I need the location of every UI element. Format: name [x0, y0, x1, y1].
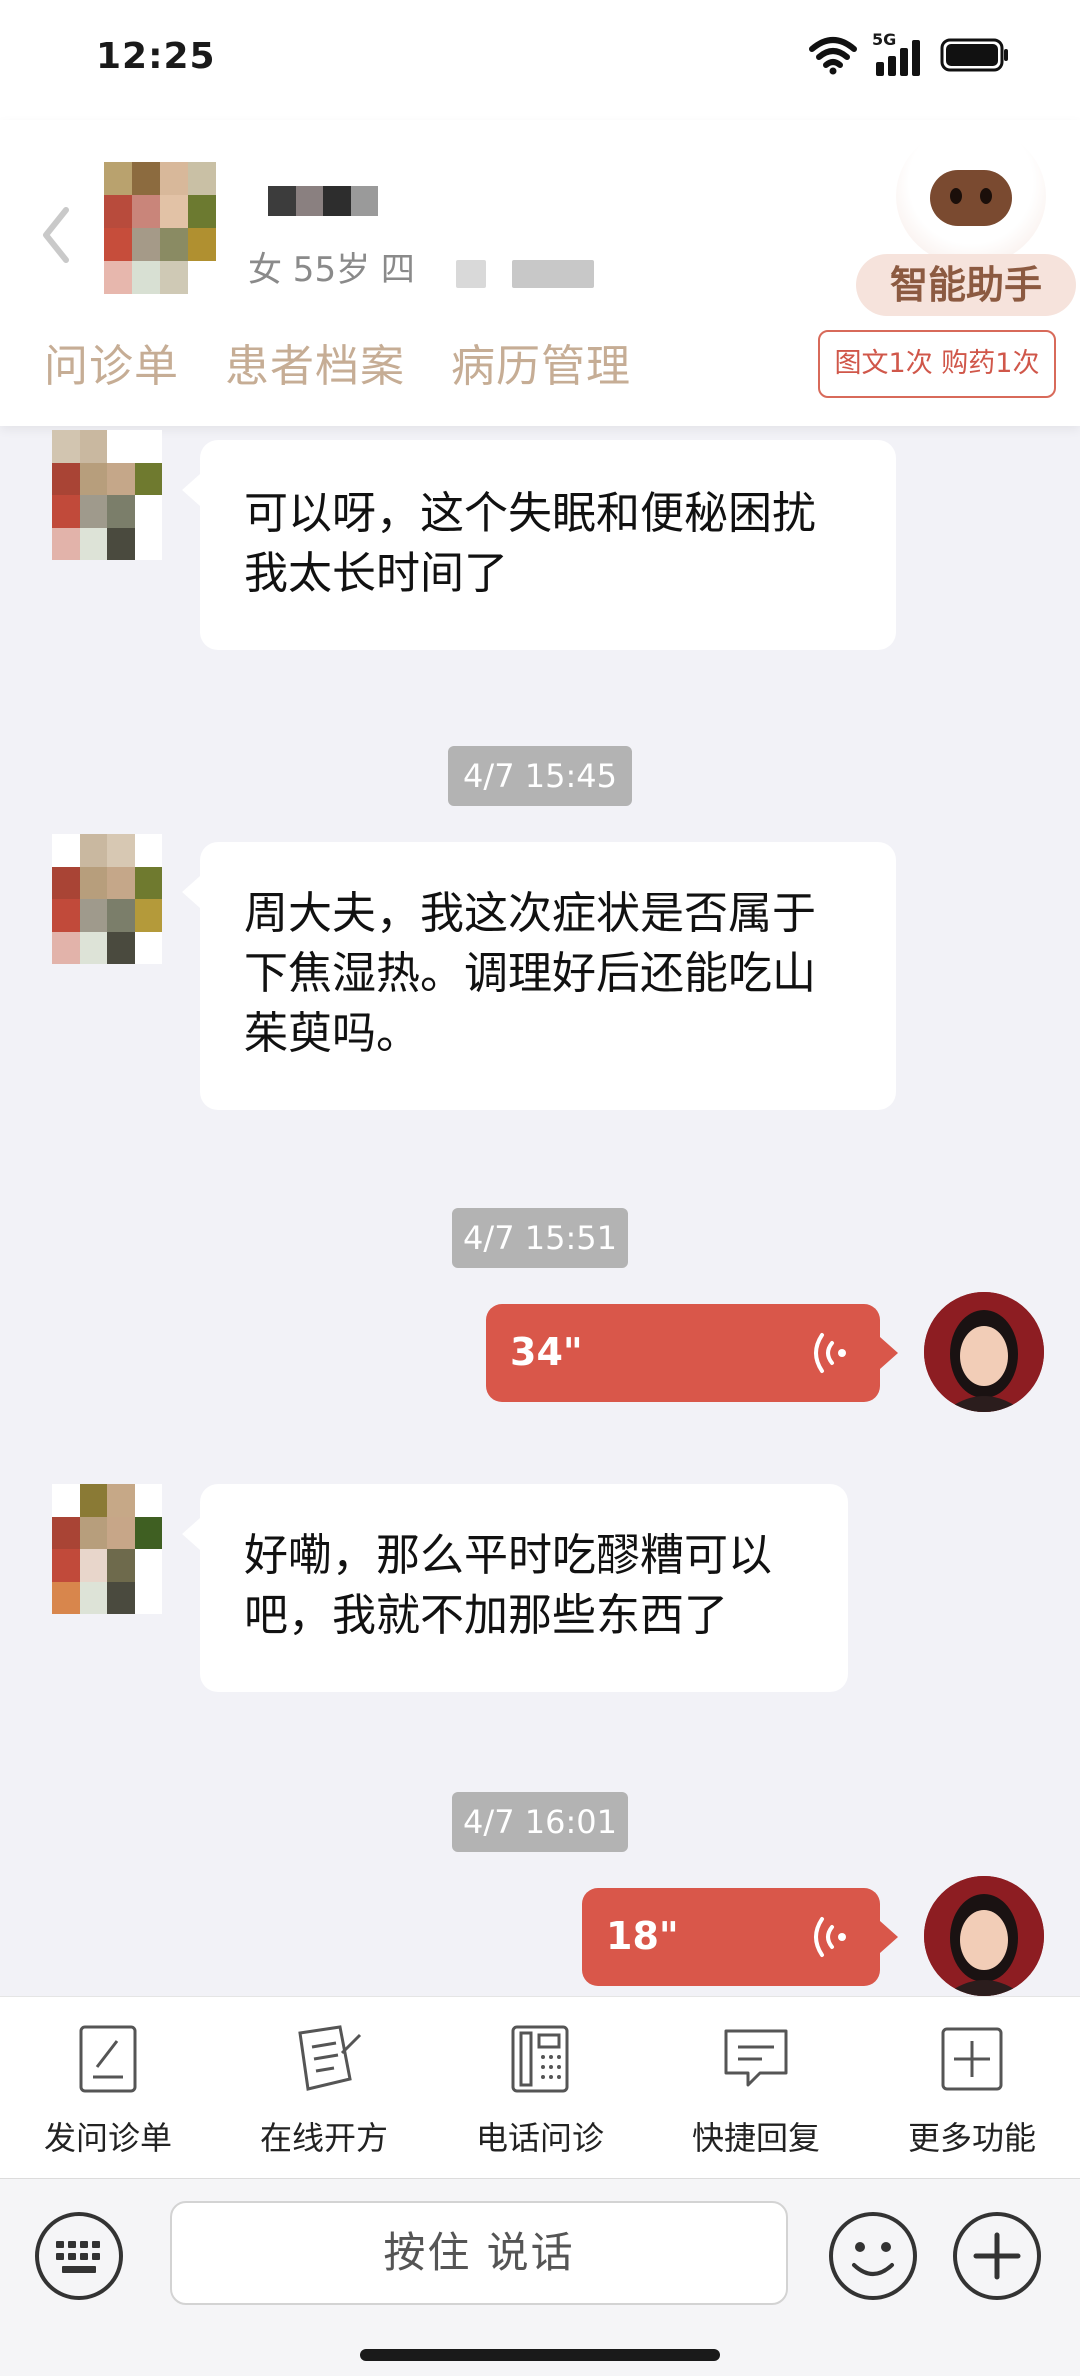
chat-messages[interactable]: 可以呀，这个失眠和便秘困扰 我太长时间了 4/7 15:45 周大夫，我这次症状…: [0, 426, 1080, 1996]
robot-icon: [896, 126, 1046, 266]
emoji-icon[interactable]: [828, 2211, 918, 2301]
patient-avatar[interactable]: [52, 430, 162, 560]
doctor-avatar[interactable]: [924, 1876, 1044, 1996]
form-edit-icon: [79, 2025, 137, 2093]
smart-assistant-label: 智能助手: [856, 254, 1076, 316]
message-line: 吧，我就不加那些东西了: [244, 1590, 728, 1641]
voice-message[interactable]: 18": [582, 1888, 898, 1986]
patient-avatar[interactable]: [104, 162, 216, 294]
message-line: 我太长时间了: [244, 548, 508, 599]
message-line: 好嘞，那么平时吃醪糟可以: [244, 1530, 772, 1581]
tool-label: 电话问诊: [475, 2119, 604, 2157]
battery-icon: [940, 38, 1008, 72]
prescription-icon: [298, 2025, 362, 2091]
tab-patient-records[interactable]: 患者档案: [225, 330, 405, 394]
patient-avatar[interactable]: [52, 834, 162, 964]
chat-header: 女 55岁 四 智能助手 问诊单 患者档案 病历管理 图文1次 购药1次: [0, 120, 1080, 426]
send-consultation-form-button[interactable]: 发问诊单: [0, 2023, 216, 2159]
smart-assistant-button[interactable]: 智能助手: [856, 120, 1076, 320]
patient-info: 女 55岁 四: [248, 250, 415, 290]
plus-square-icon: [941, 2027, 1003, 2091]
timestamp: 4/7 15:51: [452, 1208, 628, 1268]
message-line: 可以呀，这个失眠和便秘困扰: [244, 488, 816, 539]
patient-info-redacted: [456, 260, 486, 288]
tab-consultation-form[interactable]: 问诊单: [44, 330, 179, 394]
tool-label: 快捷回复: [691, 2119, 820, 2157]
hold-to-talk-button[interactable]: 按住 说话: [170, 2201, 788, 2305]
patient-info-redacted: [512, 260, 594, 288]
timestamp: 4/7 16:01: [452, 1792, 628, 1852]
quick-reply-icon: [724, 2029, 788, 2087]
message-line: 茱萸吗。: [244, 1008, 420, 1059]
status-icons: 5G: [808, 30, 1010, 76]
message-bubble[interactable]: 好嘞，那么平时吃醪糟可以 吧，我就不加那些东西了: [182, 1484, 848, 1692]
status-time: 12:25: [96, 36, 216, 77]
input-bar: 按住 说话: [0, 2178, 1080, 2376]
phone-consultation-button[interactable]: 电话问诊: [432, 2023, 648, 2159]
timestamp: 4/7 15:45: [448, 746, 632, 806]
network-type-label: 5G: [872, 30, 897, 49]
doctor-avatar[interactable]: [924, 1292, 1044, 1412]
voice-wave-icon: [814, 1333, 846, 1373]
tab-medical-history[interactable]: 病历管理: [451, 330, 631, 394]
wifi-icon: [809, 37, 857, 75]
more-functions-button[interactable]: 更多功能: [864, 2023, 1080, 2159]
phone-icon: [511, 2025, 569, 2093]
online-prescription-button[interactable]: 在线开方: [216, 2023, 432, 2159]
tool-label: 发问诊单: [43, 2119, 172, 2157]
message-bubble[interactable]: 周大夫，我这次症状是否属于 下焦湿热。调理好后还能吃山 茱萸吗。: [182, 842, 896, 1110]
back-icon[interactable]: [36, 200, 76, 270]
tool-label: 在线开方: [259, 2119, 388, 2157]
voice-wave-icon: [814, 1917, 846, 1957]
voice-duration: 18": [606, 1914, 679, 1958]
signal-icon: 5G: [872, 30, 926, 76]
voice-message[interactable]: 34": [486, 1304, 898, 1402]
patient-avatar[interactable]: [52, 1484, 162, 1614]
add-icon[interactable]: [952, 2211, 1042, 2301]
quick-reply-button[interactable]: 快捷回复: [648, 2023, 864, 2159]
patient-name-redacted: [268, 186, 378, 216]
message-line: 下焦湿热。调理好后还能吃山: [244, 948, 816, 999]
message-bubble[interactable]: 可以呀，这个失眠和便秘困扰 我太长时间了: [182, 440, 896, 650]
function-toolbar: 发问诊单 在线开方 电话问诊 快捷回复 更多功能: [0, 1996, 1080, 2178]
message-line: 周大夫，我这次症状是否属于: [244, 888, 816, 939]
service-quota-badge[interactable]: 图文1次 购药1次: [818, 330, 1056, 398]
tool-label: 更多功能: [907, 2119, 1036, 2157]
header-tabs: 问诊单 患者档案 病历管理: [44, 330, 631, 394]
home-indicator[interactable]: [360, 2349, 720, 2361]
voice-duration: 34": [510, 1330, 583, 1374]
status-bar: 12:25 5G: [0, 0, 1080, 120]
keyboard-icon[interactable]: [34, 2211, 124, 2301]
